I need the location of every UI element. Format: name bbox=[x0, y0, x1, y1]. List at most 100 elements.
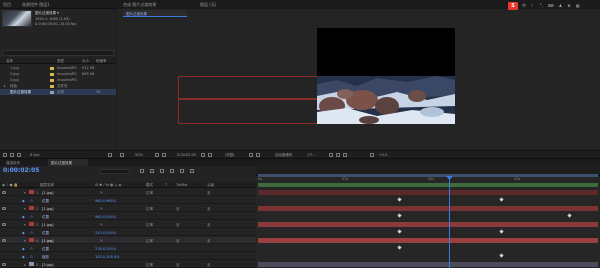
layer-duration-bar[interactable] bbox=[258, 262, 598, 267]
layer-expand-chevron-icon[interactable]: ▾ bbox=[24, 207, 26, 211]
layer-parent[interactable]: 无 bbox=[207, 263, 211, 268]
layer-duration-bar[interactable] bbox=[258, 190, 598, 195]
label-color[interactable] bbox=[29, 190, 34, 194]
layer-row[interactable]: ▾ 1 [2.jpg] ✎ 正常 无 bbox=[0, 189, 256, 196]
stopwatch-icon[interactable]: ⏱ bbox=[30, 199, 33, 203]
always-preview-icon[interactable] bbox=[120, 153, 124, 157]
user-icon[interactable]: ♟ bbox=[559, 3, 563, 9]
label-swatch[interactable] bbox=[50, 72, 54, 76]
property-value[interactable]: 100.0,100.0% bbox=[95, 255, 119, 259]
layer-parent[interactable]: 无 bbox=[207, 207, 211, 212]
col-size[interactable]: 大小 bbox=[82, 59, 89, 64]
flowchart-icon[interactable] bbox=[343, 153, 347, 157]
property-row[interactable]: ◆ ⏱ 位置 320.0,540.0 bbox=[0, 229, 256, 236]
project-search-input[interactable] bbox=[2, 50, 114, 56]
exposure-value[interactable]: +0.0 bbox=[379, 153, 388, 157]
keyframe-nav-icon[interactable]: ◆ bbox=[22, 255, 25, 259]
layer-row[interactable]: ▾ 2 [2.jpg] ✎ 正常 无 无 bbox=[0, 205, 256, 212]
property-value[interactable]: 960.0,960.0 bbox=[95, 199, 116, 203]
new-folder-icon[interactable] bbox=[10, 153, 14, 157]
layer-mode[interactable]: 正常 bbox=[146, 239, 153, 244]
composition-title[interactable]: 图片过渡效果 ▾ bbox=[35, 11, 59, 16]
sogou-logo-icon[interactable]: S bbox=[508, 2, 518, 10]
layer-name[interactable]: [3.jpg] bbox=[42, 263, 54, 267]
label-color[interactable] bbox=[29, 206, 34, 210]
bit-depth[interactable]: 8 bpc bbox=[30, 153, 40, 157]
chinese-input-icon[interactable]: 中 bbox=[522, 3, 526, 9]
property-value[interactable]: 320.0,540.0 bbox=[95, 231, 116, 235]
layer-switch-icon[interactable]: ✎ bbox=[100, 191, 103, 195]
layer-trkmat[interactable]: 无 bbox=[176, 263, 180, 268]
composition-subtab[interactable]: 图片过渡效果 bbox=[123, 10, 187, 17]
motion-blur-icon[interactable] bbox=[180, 169, 184, 173]
layer-name[interactable]: [2.jpg] bbox=[42, 191, 54, 195]
keyboard-icon[interactable]: ⌨ bbox=[548, 3, 554, 9]
layer-row[interactable]: ▾ 3 [1.jpg] ✎ 正常 无 无 bbox=[0, 221, 256, 228]
keyframe-nav-icon[interactable]: ◆ bbox=[22, 199, 25, 203]
layer-mode[interactable]: 正常 bbox=[146, 263, 153, 268]
composition-panel-tab[interactable]: 合成 图片过渡效果 bbox=[123, 2, 156, 8]
eye-icon[interactable] bbox=[2, 190, 6, 194]
property-value[interactable]: 960.0,540.0 bbox=[95, 215, 116, 219]
snapshot-icon[interactable] bbox=[201, 153, 205, 157]
layer-name[interactable]: [2.jpg] bbox=[42, 207, 54, 211]
col-name[interactable]: 名称 bbox=[6, 59, 13, 64]
layer-bounds[interactable] bbox=[178, 76, 318, 99]
stopwatch-icon[interactable]: ⏱ bbox=[30, 247, 33, 251]
folder-chevron-icon[interactable]: ▸ bbox=[4, 84, 6, 88]
layer-expand-chevron-icon[interactable]: ▾ bbox=[24, 223, 26, 227]
stopwatch-icon[interactable]: ⏱ bbox=[30, 231, 33, 235]
layer-row-selected[interactable]: ▾ 4 [1.jpg] ✎ 正常 无 无 bbox=[0, 237, 256, 244]
layer-switch-icon[interactable]: ✎ bbox=[100, 223, 103, 227]
property-row[interactable]: ◆ ⏱ 位置 960.0,960.0 bbox=[0, 197, 256, 204]
eye-icon[interactable] bbox=[2, 262, 6, 266]
eye-icon[interactable] bbox=[2, 222, 6, 226]
region-of-interest-icon[interactable] bbox=[249, 153, 253, 157]
layer-parent[interactable]: 无 bbox=[207, 223, 211, 228]
playhead-line[interactable] bbox=[449, 176, 450, 268]
project-tab[interactable]: 项目 bbox=[3, 2, 11, 8]
current-time[interactable]: 0:00:02:05 bbox=[177, 153, 196, 157]
label-swatch[interactable] bbox=[50, 66, 54, 70]
label-color[interactable] bbox=[29, 238, 34, 242]
layer-mode[interactable]: 正常 bbox=[146, 207, 153, 212]
grid-overlay-icon[interactable] bbox=[155, 153, 159, 157]
timeline-composition-tab[interactable]: 图片过渡效果 bbox=[48, 159, 88, 166]
project-item-selected[interactable]: 图片过渡效果 合成 25 bbox=[0, 89, 116, 95]
rock-photo[interactable] bbox=[317, 76, 455, 124]
layer-expand-chevron-icon[interactable]: ▾ bbox=[24, 191, 26, 195]
effect-controls-tab[interactable]: 效果控件 图层1 bbox=[22, 2, 50, 8]
interpret-footage-icon[interactable] bbox=[3, 153, 7, 157]
label-swatch[interactable] bbox=[50, 78, 54, 82]
layer-trkmat[interactable]: 无 bbox=[176, 207, 180, 212]
layer-duration-bar[interactable] bbox=[258, 222, 598, 227]
layer-duration-bar[interactable] bbox=[258, 238, 598, 243]
work-area-track[interactable] bbox=[258, 183, 598, 187]
layer-mode[interactable]: 正常 bbox=[146, 191, 153, 196]
mask-visibility-icon[interactable] bbox=[162, 153, 166, 157]
layer-switch-icon[interactable]: ✎ bbox=[100, 239, 103, 243]
timeline-track-area[interactable] bbox=[256, 166, 600, 268]
clothing-icon[interactable]: ♛ bbox=[567, 3, 571, 9]
layer-trkmat[interactable]: 无 bbox=[176, 239, 180, 244]
col-parent[interactable]: 父级 bbox=[207, 183, 214, 188]
property-row[interactable]: ◆ ⏱ 位置 960.0,540.0 bbox=[0, 213, 256, 220]
layer-duration-bar[interactable] bbox=[258, 206, 598, 211]
col-trkmat[interactable]: TrkMat bbox=[176, 183, 188, 187]
col-fps[interactable]: 帧速率 bbox=[96, 59, 107, 64]
layer-switch-icon[interactable]: ✎ bbox=[100, 207, 103, 211]
col-t[interactable]: T bbox=[165, 183, 167, 187]
zoom-dropdown[interactable]: 50% bbox=[135, 153, 143, 157]
layer-trkmat[interactable]: 无 bbox=[176, 223, 180, 228]
property-row[interactable]: ◆ ⏱ 位置 278.0,393.0 bbox=[0, 245, 256, 252]
label-swatch[interactable] bbox=[50, 90, 54, 94]
col-type[interactable]: 类型 bbox=[57, 59, 64, 64]
punctuation-icon[interactable]: °, bbox=[540, 3, 543, 9]
new-composition-icon[interactable] bbox=[17, 153, 21, 157]
layer-parent[interactable]: 无 bbox=[207, 191, 211, 196]
col-layer-name[interactable]: 图层名称 bbox=[40, 183, 54, 188]
delete-icon[interactable] bbox=[108, 153, 112, 157]
property-value[interactable]: 278.0,393.0 bbox=[95, 247, 116, 251]
layer-expand-chevron-icon[interactable]: ▾ bbox=[24, 239, 26, 243]
draft-3d-icon[interactable] bbox=[150, 169, 154, 173]
